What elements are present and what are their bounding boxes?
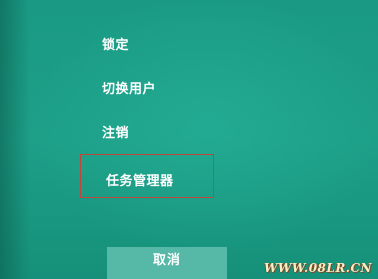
menu-item-sign-out[interactable]: 注销 — [102, 123, 129, 145]
menu-item-task-manager[interactable]: 任务管理器 — [106, 171, 174, 193]
cancel-button[interactable]: 取消 — [107, 247, 227, 279]
security-options-menu: 锁定 切换用户 注销 任务管理器 — [0, 0, 378, 279]
menu-item-lock[interactable]: 锁定 — [102, 35, 129, 57]
menu-item-switch-user[interactable]: 切换用户 — [102, 79, 156, 101]
security-options-screen: 锁定 切换用户 注销 任务管理器 取消 WWW.08LR.CN — [0, 0, 378, 279]
watermark: WWW.08LR.CN — [263, 261, 372, 275]
